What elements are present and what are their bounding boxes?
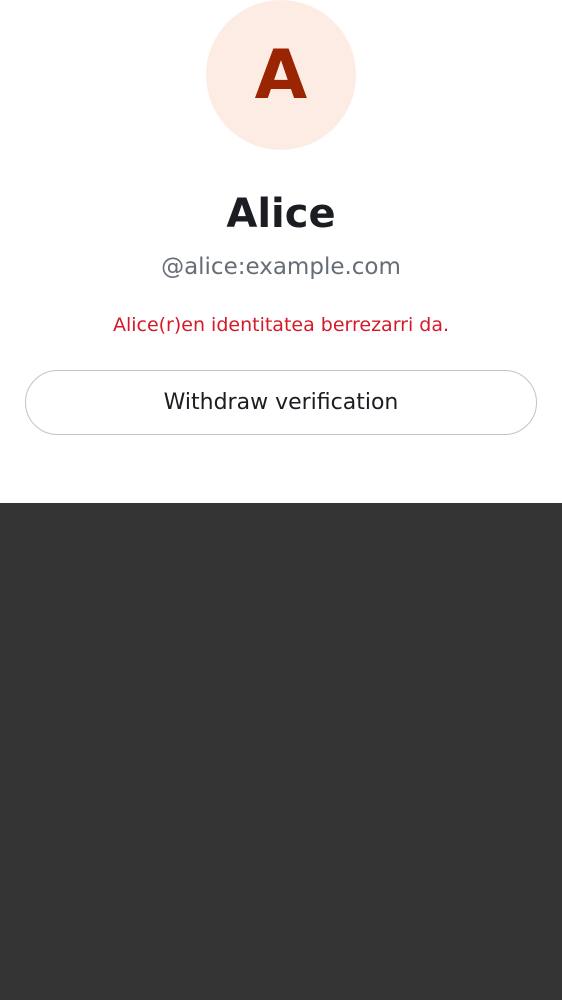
display-name: Alice [226,191,336,237]
withdraw-verification-label: Withdraw verification [163,390,399,415]
avatar: A [206,0,356,150]
user-profile-panel: A Alice @alice:example.com Alice(r)en id… [0,0,562,503]
withdraw-verification-button[interactable]: Withdraw verification [25,370,537,435]
dimmed-backdrop[interactable] [0,503,562,1000]
user-id: @alice:example.com [161,254,401,280]
avatar-initial: A [254,36,308,115]
identity-reset-warning: Alice(r)en identitatea berrezarri da. [112,314,450,336]
